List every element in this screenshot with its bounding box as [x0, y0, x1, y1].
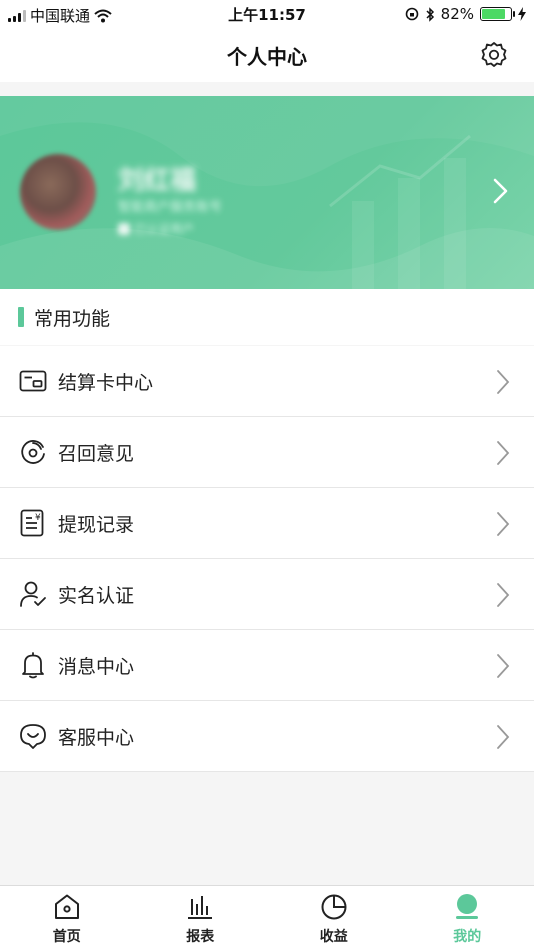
tab-reports[interactable]: 报表	[134, 886, 268, 950]
battery-icon	[480, 7, 515, 21]
menu-item-label: 提现记录	[58, 513, 135, 536]
carrier-name: 中国联通	[30, 7, 91, 25]
charging-icon	[518, 7, 526, 21]
chevron-right-icon	[497, 583, 510, 607]
withdraw-record-icon: ¥	[18, 508, 48, 538]
menu-item-settlement-card[interactable]: 结算卡中心	[0, 346, 534, 417]
settings-button[interactable]	[478, 39, 510, 71]
status-right: 82%	[405, 5, 526, 23]
orientation-lock-icon	[405, 7, 418, 21]
section-title: 常用功能	[34, 307, 111, 330]
tab-label: 我的	[453, 929, 482, 945]
feedback-icon	[18, 437, 48, 467]
customer-service-icon	[18, 721, 48, 751]
chevron-right-icon	[497, 441, 510, 465]
menu-item-label: 结算卡中心	[58, 371, 154, 394]
user-verify-icon	[18, 579, 48, 609]
wifi-icon	[94, 9, 112, 22]
bottom-tab-bar: 首页 报表 收益 我的	[0, 885, 534, 950]
menu-item-label: 消息中心	[58, 655, 135, 678]
chevron-right-icon	[497, 725, 510, 749]
battery-percent: 82%	[440, 5, 474, 23]
menu-item-label: 实名认证	[58, 584, 135, 607]
tab-label: 收益	[319, 929, 348, 945]
svg-text:¥: ¥	[35, 513, 41, 523]
signal-icon	[8, 9, 26, 22]
bluetooth-icon	[426, 6, 434, 22]
pie-chart-icon	[319, 892, 349, 922]
tab-mine[interactable]: 我的	[401, 886, 534, 950]
card-icon	[18, 366, 48, 396]
page-title: 个人中心	[227, 44, 307, 69]
menu-item-real-name-verify[interactable]: 实名认证	[0, 559, 534, 630]
status-left: 中国联通	[8, 5, 112, 26]
menu-item-customer-service[interactable]: 客服中心	[0, 701, 534, 772]
tab-earnings[interactable]: 收益	[267, 886, 401, 950]
tab-label: 首页	[52, 929, 81, 945]
user-tag: 已认证用户	[118, 220, 194, 237]
chevron-right-icon[interactable]	[490, 176, 512, 206]
chevron-right-icon	[497, 654, 510, 678]
home-icon	[52, 892, 82, 922]
section-accent-bar	[18, 307, 24, 327]
status-bar: 中国联通 上午11:57 82%	[0, 0, 534, 28]
menu-item-feedback[interactable]: 召回意见	[0, 417, 534, 488]
bell-icon	[18, 650, 48, 680]
gear-icon	[481, 42, 507, 67]
chevron-right-icon	[497, 370, 510, 394]
tab-home[interactable]: 首页	[0, 886, 134, 950]
tab-label: 报表	[186, 929, 215, 945]
menu-item-withdraw-record[interactable]: ¥ 提现记录	[0, 488, 534, 559]
user-name: 刘红福	[118, 166, 197, 196]
menu-item-label: 召回意见	[58, 442, 135, 465]
user-subtitle: 智能商户服务账号	[118, 200, 223, 215]
chevron-right-icon	[497, 512, 510, 536]
menu-item-messages[interactable]: 消息中心	[0, 630, 534, 701]
menu-list: 结算卡中心 召回意见 ¥ 提现记录 实名认证 消息中心 客服中心	[0, 346, 534, 772]
profile-banner[interactable]: 刘红福 智能商户服务账号 已认证用户	[0, 96, 534, 289]
profile-icon	[452, 892, 482, 922]
bar-chart-icon	[185, 892, 215, 922]
avatar[interactable]	[20, 154, 96, 230]
section-header: 常用功能	[0, 289, 534, 345]
nav-header: 个人中心	[0, 28, 534, 82]
menu-item-label: 客服中心	[58, 726, 135, 749]
